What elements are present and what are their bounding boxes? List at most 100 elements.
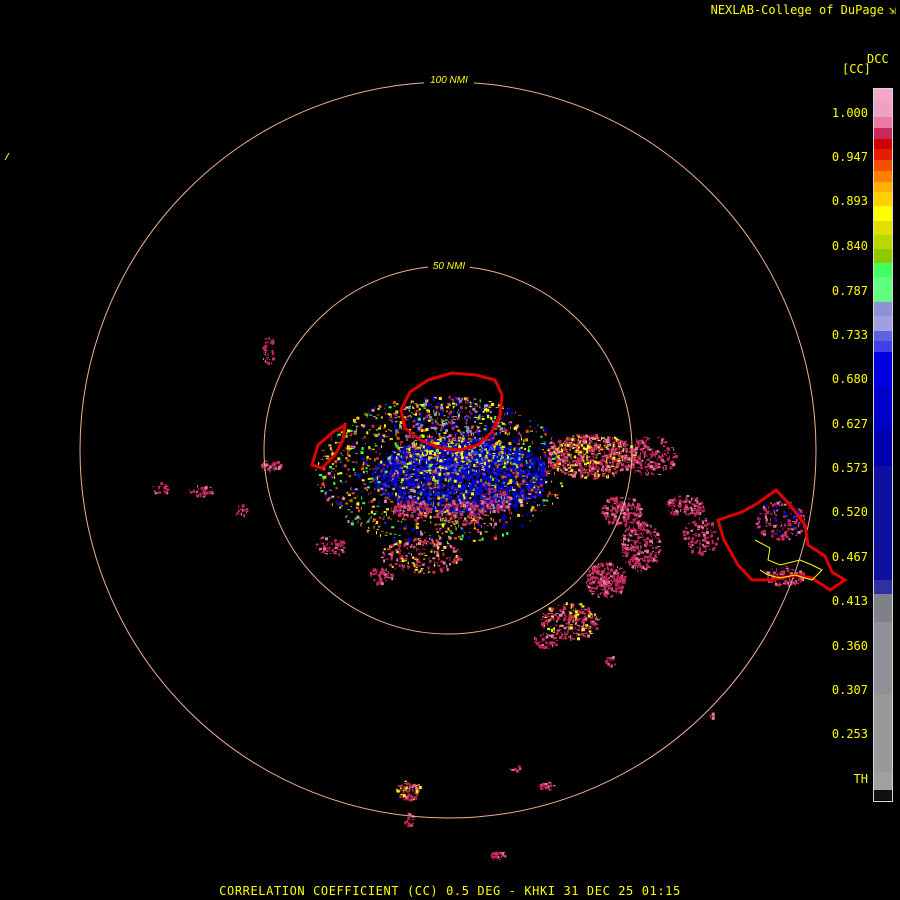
radar-echo-pixel <box>342 449 345 451</box>
radar-echo-pixel <box>493 468 496 470</box>
radar-echo-pixel <box>481 481 484 483</box>
radar-echo-pixel <box>520 460 522 462</box>
radar-echo-pixel <box>491 469 493 471</box>
radar-echo-pixel <box>520 467 522 469</box>
radar-echo-pixel <box>389 532 392 535</box>
radar-echo-pixel <box>535 430 537 433</box>
radar-echo-pixel <box>539 473 541 475</box>
radar-echo-pixel <box>486 514 490 516</box>
radar-echo-pixel <box>479 459 482 460</box>
radar-echo-pixel <box>440 403 443 406</box>
radar-echo-pixel <box>448 501 452 503</box>
radar-echo-pixel <box>539 456 541 459</box>
radar-echo-pixel <box>441 424 444 427</box>
radar-echo-pixel <box>474 436 477 439</box>
radar-echo-pixel <box>481 537 484 541</box>
radar-echo-pixel <box>400 505 404 507</box>
radar-echo-pixel <box>402 500 405 501</box>
radar-echo-pixel <box>465 458 467 462</box>
radar-echo-pixel <box>411 444 415 448</box>
radar-echo-pixel <box>351 461 355 463</box>
radar-echo-pixel <box>420 462 423 464</box>
radar-echo-pixel <box>518 452 521 455</box>
radar-echo-pixel <box>419 471 423 474</box>
radar-echo-pixel <box>415 494 417 497</box>
radar-echo-pixel <box>447 487 449 489</box>
radar-echo-pixel <box>462 484 465 487</box>
radar-echo-pixel <box>393 413 396 414</box>
radar-echo-pixel <box>509 493 510 495</box>
radar-echo-pixel <box>541 468 545 471</box>
radar-echo-pixel <box>490 416 493 420</box>
radar-echo-pixel <box>347 429 351 433</box>
radar-echo-pixel <box>410 402 412 404</box>
radar-echo-pixel <box>531 506 535 510</box>
radar-echo-pixel <box>503 482 506 484</box>
radar-echo-pixel <box>504 472 506 475</box>
radar-echo-pixel <box>427 496 431 500</box>
radar-echo-pixel <box>372 468 375 470</box>
radar-echo-pixel <box>510 426 511 430</box>
radar-echo-pixel <box>518 415 522 416</box>
radar-echo-pixel <box>519 463 523 467</box>
radar-echo-pixel <box>462 469 466 471</box>
radar-echo-pixel <box>473 488 475 490</box>
radar-echo-pixel <box>321 482 325 486</box>
radar-echo-pixel <box>440 529 441 533</box>
radar-echo-pixel <box>410 500 414 504</box>
radar-echo-pixel <box>440 406 444 410</box>
radar-echo-pixel <box>396 416 398 418</box>
radar-echo-pixel <box>385 430 388 432</box>
radar-echo-pixel <box>441 491 445 493</box>
radar-echo-pixel <box>416 406 419 408</box>
radar-echo-pixel <box>481 524 482 528</box>
radar-echo-pixel <box>450 464 453 468</box>
radar-echo-pixel <box>400 428 402 430</box>
radar-echo-pixel <box>464 407 467 409</box>
radar-echo-pixel <box>392 458 394 460</box>
radar-echo-pixel <box>423 477 425 479</box>
radar-echo-pixel <box>385 411 387 415</box>
radar-echo-pixel <box>534 475 538 479</box>
radar-echo-pixel <box>509 511 511 515</box>
radar-echo-pixel <box>384 522 388 525</box>
radar-echo-pixel <box>476 421 479 423</box>
radar-echo-pixel <box>506 460 509 464</box>
radar-echo-pixel <box>446 483 450 485</box>
radar-echo-pixel <box>352 468 355 471</box>
radar-echo-pixel <box>387 413 391 416</box>
radar-echo-pixel <box>341 497 345 501</box>
radar-echo-pixel <box>425 495 428 498</box>
radar-echo-pixel <box>462 435 465 437</box>
radar-echo-pixel <box>516 469 520 472</box>
radar-echo-pixel <box>425 428 429 431</box>
radar-echo-pixel <box>472 469 475 471</box>
radar-echo-pixel <box>419 530 422 533</box>
radar-echo-pixel <box>483 459 487 462</box>
radar-echo-pixel <box>355 522 358 524</box>
radar-echo-pixel <box>412 484 414 486</box>
radar-echo-pixel <box>441 513 443 516</box>
radar-echo-pixel <box>365 470 368 472</box>
radar-echo-pixel <box>507 490 509 493</box>
radar-echo-pixel <box>434 468 437 472</box>
radar-echo-pixel <box>329 466 332 469</box>
radar-echo-pixel <box>376 472 378 474</box>
radar-echo-pixel <box>433 396 436 398</box>
radar-echo-pixel <box>408 493 410 495</box>
radar-echo-pixel <box>355 428 357 432</box>
radar-echo-pixel <box>410 415 412 418</box>
radar-echo-pixel <box>437 491 441 494</box>
radar-echo-pixel <box>498 457 500 461</box>
radar-echo-pixel <box>451 451 453 454</box>
radar-echo-pixel <box>447 416 450 418</box>
radar-echo-pixel <box>491 471 495 472</box>
radar-echo-pixel <box>498 460 500 462</box>
radar-echo-pixel <box>445 485 447 487</box>
radar-echo-pixel <box>419 460 420 463</box>
radar-echo-pixel <box>465 419 468 421</box>
radar-echo-pixel <box>517 442 521 445</box>
radar-echo-pixel <box>474 406 476 408</box>
radar-echo-pixel <box>465 490 468 494</box>
radar-echo-pixel <box>420 515 422 519</box>
